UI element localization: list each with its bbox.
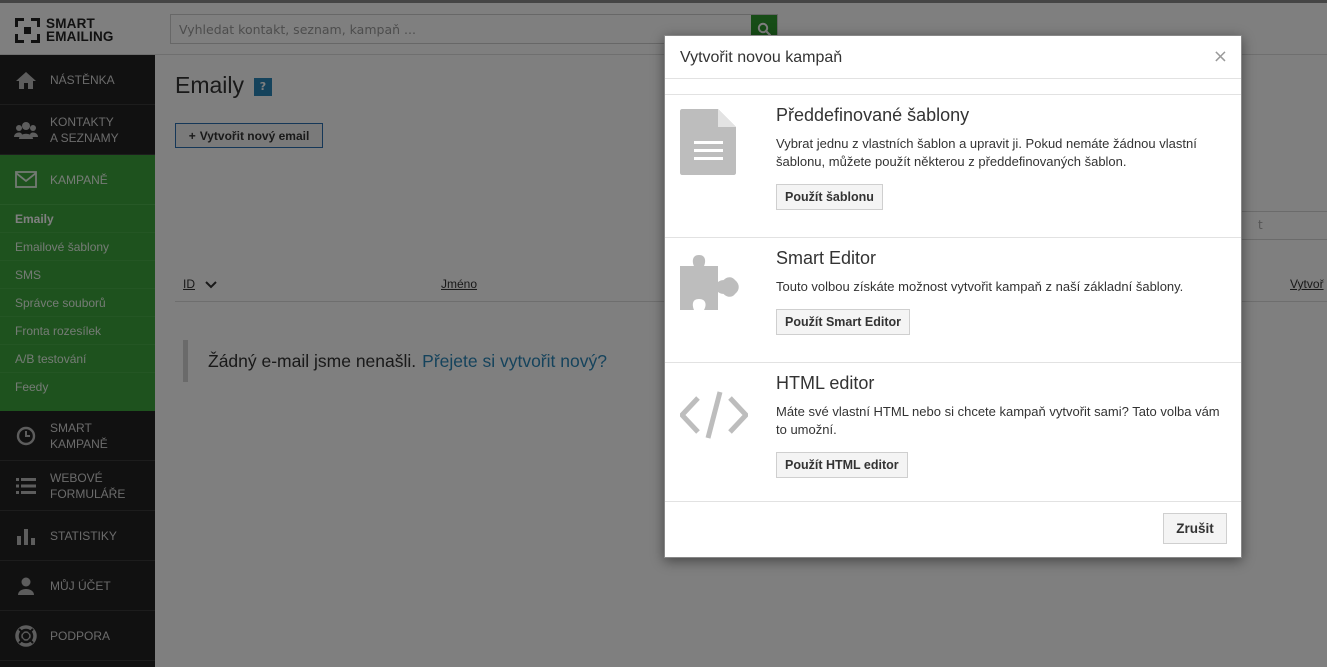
option-smart-editor: Smart Editor Touto volbou získáte možnos… (665, 238, 1241, 363)
option-predefined-templates: Předdefinované šablony Vybrat jednu z vl… (665, 95, 1241, 238)
option-description: Máte své vlastní HTML nebo si chcete kam… (776, 404, 1220, 437)
use-smart-editor-button[interactable]: Použít Smart Editor (776, 309, 910, 335)
option-title: Předdefinované šablony (776, 105, 970, 125)
option-html-editor: HTML editor Máte své vlastní HTML nebo s… (665, 363, 1241, 502)
use-template-button[interactable]: Použít šablonu (776, 184, 883, 210)
close-icon[interactable]: × (1213, 48, 1228, 66)
option-title: HTML editor (776, 373, 875, 393)
option-description: Vybrat jednu z vlastních šablon a upravi… (776, 136, 1197, 169)
use-html-editor-button[interactable]: Použít HTML editor (776, 452, 908, 478)
modal-title: Vytvořit novou kampaň (680, 49, 843, 66)
code-icon (680, 391, 748, 439)
option-title: Smart Editor (776, 248, 877, 268)
create-campaign-modal: Vytvořit novou kampaň × Předdefinované š… (664, 35, 1242, 558)
option-description: Touto volbou získáte možnost vytvořit ka… (776, 279, 1184, 294)
cancel-button[interactable]: Zrušit (1163, 513, 1227, 544)
puzzle-icon (680, 255, 739, 310)
modal-header: Vytvořit novou kampaň × (665, 36, 1241, 79)
document-icon (680, 109, 736, 175)
